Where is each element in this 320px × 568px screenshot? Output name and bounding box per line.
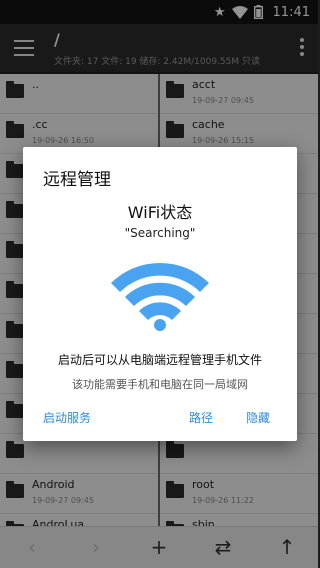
wifi-signal-icon [111, 262, 209, 331]
remote-management-dialog: 远程管理 WiFi状态 "Searching" 启动后可以从电脑端远程管理手机文… [23, 147, 297, 441]
wifi-status-heading: WiFi状态 [127, 203, 193, 222]
dialog-description: 启动后可以从电脑端远程管理手机文件 [57, 353, 262, 367]
start-service-button[interactable]: 启动服务 [43, 409, 91, 426]
hide-button[interactable]: 隐藏 [246, 409, 270, 426]
dialog-requirement-note: 该功能需要手机和电脑在同一局域网 [72, 378, 248, 391]
path-button[interactable]: 路径 [189, 409, 213, 426]
wifi-status-value: "Searching" [124, 226, 196, 240]
dialog-title: 远程管理 [43, 170, 111, 190]
